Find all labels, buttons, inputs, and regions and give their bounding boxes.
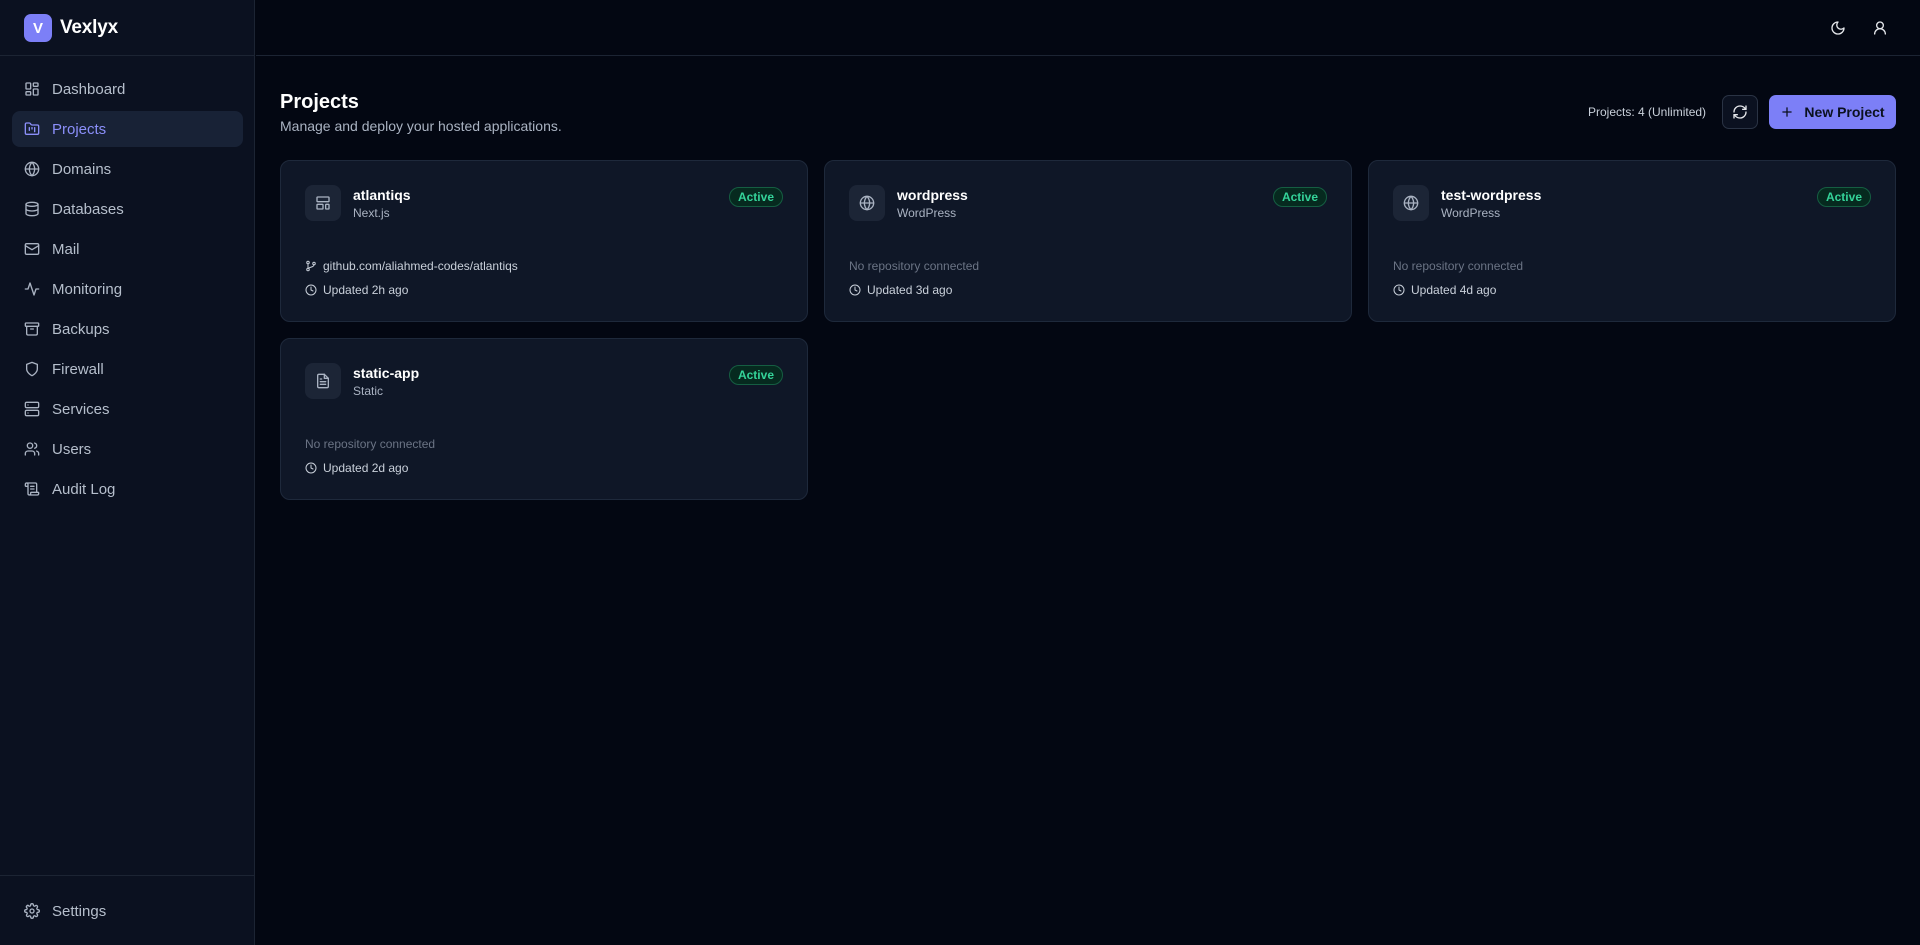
status-badge: Active	[728, 365, 783, 385]
project-card-test-wordpress[interactable]: test-wordpress WordPress Active No repos…	[1368, 160, 1896, 322]
plus-icon	[1780, 105, 1794, 119]
sidebar-item-mail[interactable]: Mail	[12, 231, 243, 267]
project-repo: No repository connected	[1393, 259, 1523, 273]
sidebar-item-projects[interactable]: Projects	[12, 111, 243, 147]
scroll-icon	[24, 481, 40, 497]
sidebar-item-label: Settings	[52, 902, 107, 920]
shield-icon	[24, 361, 40, 377]
sidebar-item-monitoring[interactable]: Monitoring	[12, 271, 243, 307]
globe-icon	[24, 161, 40, 177]
project-updated: Updated 2d ago	[305, 461, 408, 475]
sidebar-item-dashboard[interactable]: Dashboard	[12, 71, 243, 107]
sidebar-item-label: Firewall	[52, 360, 104, 378]
clock-icon	[1393, 284, 1405, 296]
sidebar-item-label: Projects	[52, 120, 107, 138]
sidebar-item-label: Audit Log	[52, 480, 116, 498]
project-type: WordPress	[897, 206, 957, 220]
repo-status: No repository connected	[1393, 259, 1524, 273]
project-name: wordpress	[897, 187, 968, 203]
sidebar-item-label: Monitoring	[52, 280, 123, 298]
project-repo[interactable]: github.com/aliahmed-codes/atlantiqs	[305, 259, 518, 273]
mail-icon	[24, 241, 40, 257]
project-type: WordPress	[1441, 206, 1501, 220]
clock-icon	[305, 462, 317, 474]
project-repo: No repository connected	[305, 437, 435, 451]
project-type: Next.js	[353, 206, 390, 220]
project-name: test-wordpress	[1441, 187, 1542, 203]
sidebar-item-label: Services	[52, 400, 110, 418]
project-updated: Updated 2h ago	[305, 283, 408, 297]
layout-icon	[305, 185, 341, 221]
sidebar-item-label: Databases	[52, 200, 124, 218]
git-branch-icon	[305, 260, 317, 272]
globe-icon	[1393, 185, 1429, 221]
sidebar-item-label: Users	[52, 440, 92, 458]
project-quota: Projects: 4 (Unlimited)	[1588, 105, 1707, 119]
new-project-button[interactable]: New Project	[1769, 95, 1896, 129]
brand[interactable]: V Vexlyx	[24, 14, 118, 42]
project-updated: Updated 4d ago	[1393, 283, 1496, 297]
sidebar-item-settings[interactable]: Settings	[12, 893, 243, 929]
repo-status: No repository connected	[305, 437, 436, 451]
divider	[0, 55, 255, 56]
sidebar-item-label: Domains	[52, 160, 112, 178]
sidebar-settings: Settings	[12, 893, 243, 933]
sidebar-item-label: Mail	[52, 240, 80, 258]
repo-link[interactable]: github.com/aliahmed-codes/atlantiqs	[323, 259, 518, 273]
users-icon	[24, 441, 40, 457]
theme-toggle-button[interactable]	[1826, 16, 1850, 40]
status-badge: Active	[1272, 187, 1327, 207]
brand-logo: V	[24, 14, 52, 42]
status-badge: Active	[1816, 187, 1871, 207]
sidebar-item-domains[interactable]: Domains	[12, 151, 243, 187]
file-icon	[305, 363, 341, 399]
sidebar-item-firewall[interactable]: Firewall	[12, 351, 243, 387]
clock-icon	[305, 284, 317, 296]
sidebar-nav: Dashboard Projects Domains Databases Mai…	[12, 71, 243, 511]
user-icon	[1872, 20, 1888, 36]
project-card-atlantiqs[interactable]: atlantiqs Next.js Active github.com/alia…	[280, 160, 808, 322]
grid-icon	[24, 81, 40, 97]
sidebar-item-users[interactable]: Users	[12, 431, 243, 467]
sidebar-item-label: Backups	[52, 320, 110, 338]
project-type: Static	[353, 384, 384, 398]
sidebar-item-audit-log[interactable]: Audit Log	[12, 471, 243, 507]
user-menu-button[interactable]	[1868, 16, 1892, 40]
updated-text: Updated 2d ago	[323, 461, 409, 475]
project-card-static-app[interactable]: static-app Static Active No repository c…	[280, 338, 808, 500]
clock-icon	[849, 284, 861, 296]
archive-icon	[24, 321, 40, 337]
repo-status: No repository connected	[849, 259, 980, 273]
server-icon	[24, 401, 40, 417]
page-title: Projects	[280, 91, 359, 113]
sidebar-item-backups[interactable]: Backups	[12, 311, 243, 347]
topbar	[256, 0, 1920, 56]
database-icon	[24, 201, 40, 217]
page-subtitle: Manage and deploy your hosted applicatio…	[280, 118, 562, 134]
folder-icon	[24, 121, 40, 137]
sidebar-item-databases[interactable]: Databases	[12, 191, 243, 227]
sidebar: V Vexlyx Dashboard Projects Domains Data…	[0, 0, 255, 945]
project-name: atlantiqs	[353, 187, 411, 203]
project-repo: No repository connected	[849, 259, 979, 273]
project-name: static-app	[353, 365, 420, 381]
gear-icon	[24, 903, 40, 919]
refresh-button[interactable]	[1722, 95, 1758, 129]
updated-text: Updated 4d ago	[1411, 283, 1497, 297]
sidebar-item-label: Dashboard	[52, 80, 126, 98]
globe-icon	[849, 185, 885, 221]
activity-icon	[24, 281, 40, 297]
refresh-icon	[1732, 104, 1748, 120]
new-project-label: New Project	[1804, 104, 1885, 120]
updated-text: Updated 3d ago	[867, 283, 953, 297]
updated-text: Updated 2h ago	[323, 283, 409, 297]
brand-name: Vexlyx	[60, 17, 118, 38]
project-updated: Updated 3d ago	[849, 283, 952, 297]
sidebar-item-services[interactable]: Services	[12, 391, 243, 427]
status-badge: Active	[728, 187, 783, 207]
project-card-wordpress[interactable]: wordpress WordPress Active No repository…	[824, 160, 1352, 322]
moon-icon	[1830, 20, 1846, 36]
divider	[0, 875, 255, 876]
